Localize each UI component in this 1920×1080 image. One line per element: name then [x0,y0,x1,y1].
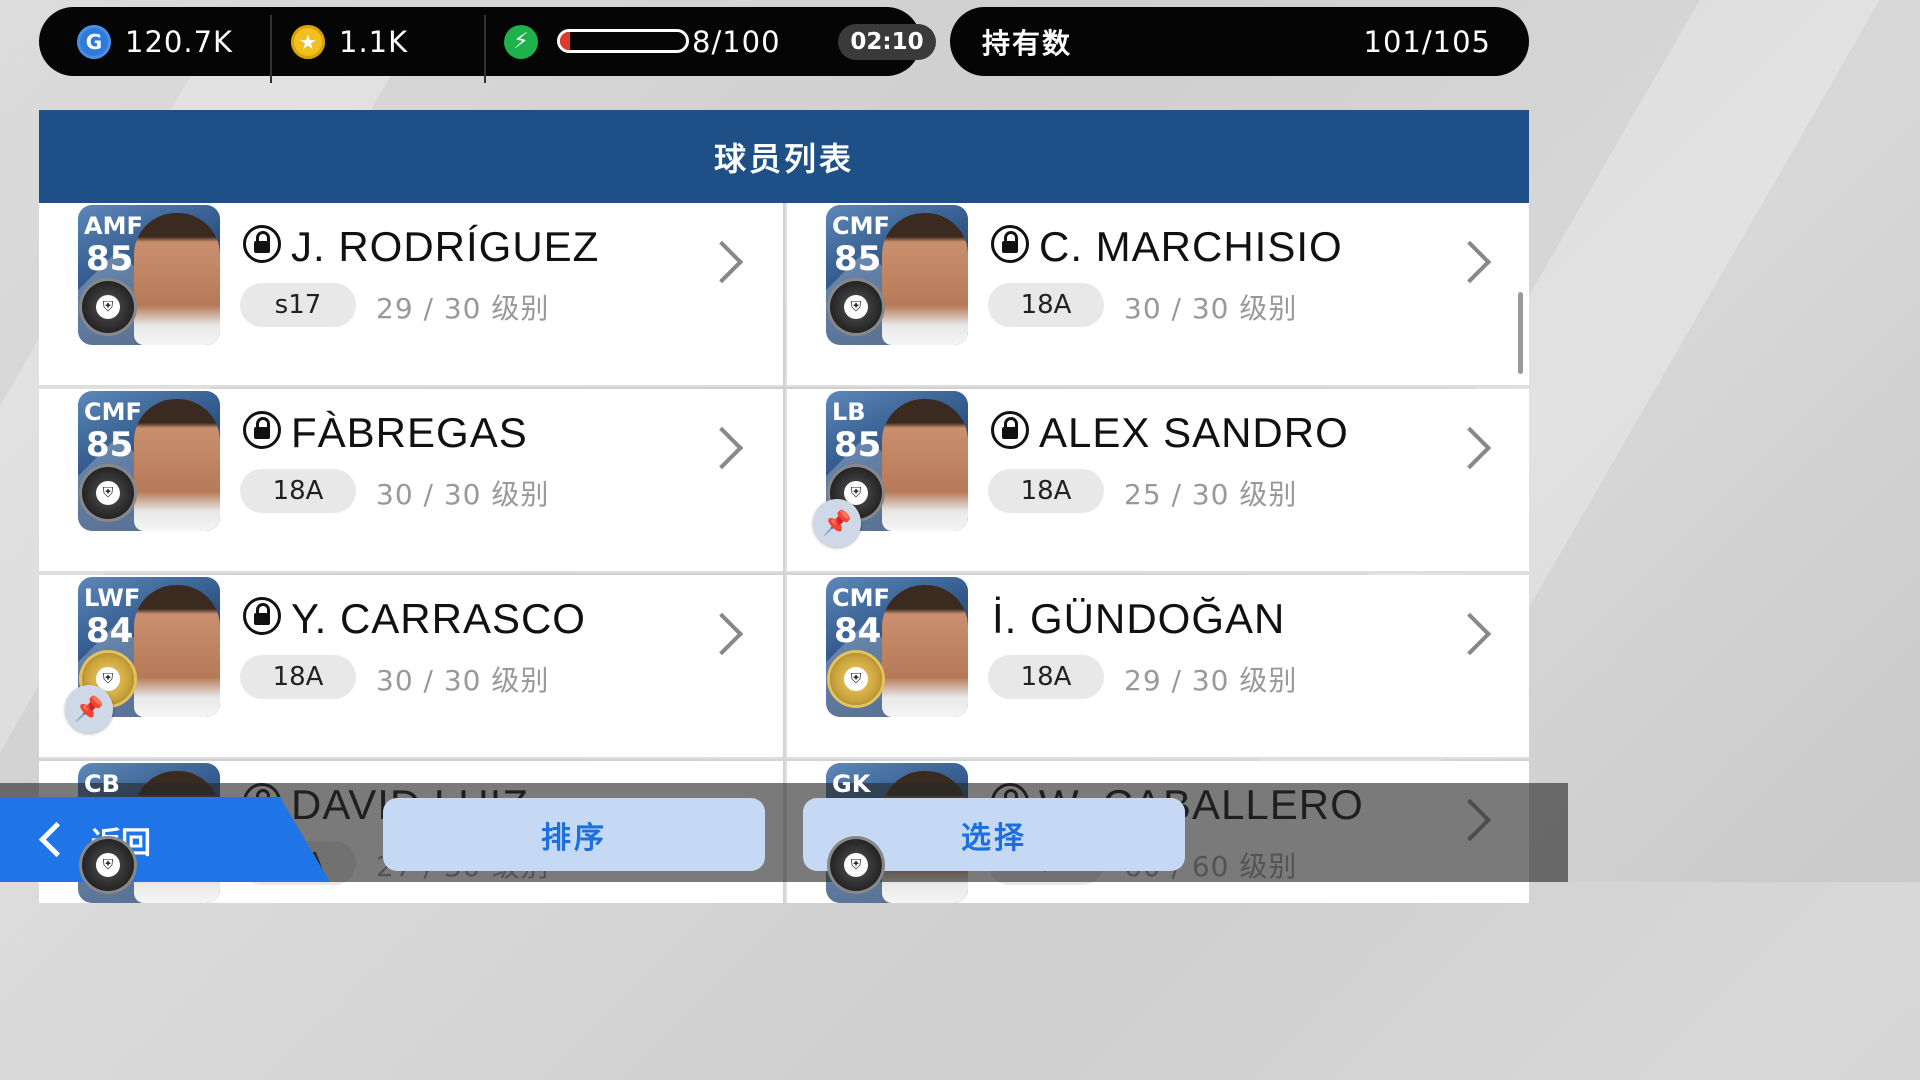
lock-icon [243,597,281,635]
player-version-tag: 18A [988,469,1104,513]
player-portrait: AMF 85 ⛨ [78,205,220,345]
player-level: 29 / 30 级别 [376,292,550,325]
lock-icon [243,411,281,449]
gp-value: 120.7K [125,24,234,59]
team-badge-icon: ⛨ [82,281,134,333]
player-name: ALEX SANDRO [1039,409,1349,456]
lightning-icon: ⚡ [504,24,538,59]
player-face-image [882,213,968,345]
player-card[interactable]: CMF 85 ⛨ C. MARCHISIO 18A 30 / 30 级别 [785,203,1529,387]
currency-bar: G 120.7K ★ 1.1K ⚡ 8/100 02:10 [39,7,936,83]
divider [270,15,272,83]
energy-timer: 02:10 [838,24,936,60]
player-position: LB [832,398,866,426]
owned-label: 持有数 [982,26,1073,60]
player-position: CMF [832,212,890,240]
page-title: 球员列表 [39,110,1529,203]
player-name: FÀBREGAS [291,409,528,456]
player-rating: 85 [86,239,134,279]
player-face-image [882,399,968,531]
star-coin-icon: ★ [291,24,325,59]
player-name: J. RODRÍGUEZ [291,223,600,270]
player-version-tag: 18A [240,469,356,513]
player-name: Y. CARRASCO [291,595,586,642]
player-rating: 85 [86,425,134,465]
player-level: 30 / 30 级别 [1124,292,1298,325]
coins-display: ★ 1.1K [291,7,408,76]
gp-coin-icon: G [77,24,111,59]
player-position: LWF [84,584,141,612]
player-position: CMF [84,398,142,426]
player-version-tag: 18A [240,655,356,699]
owned-count-bar: 持有数 101/105 [950,7,1529,76]
coins-value: 1.1K [339,24,409,59]
pin-icon: 📌 [65,685,113,733]
team-badge-icon: ⛨ [82,467,134,519]
team-badge-icon: ⛨ [82,839,134,891]
gp-display: G 120.7K [77,7,233,76]
player-position: CMF [832,584,890,612]
player-name: İ. GÜNDOĞAN [992,595,1286,642]
energy-progress-fill [560,32,571,50]
player-portrait: CMF 84 ⛨ [826,577,968,717]
lock-icon [991,411,1029,449]
player-version-tag: 18A [988,655,1104,699]
back-button[interactable]: 返回 [0,797,330,882]
player-level: 29 / 30 级别 [1124,664,1298,697]
chevron-left-icon [38,821,75,858]
player-position: GK [832,770,871,798]
team-badge-icon: ⛨ [830,281,882,333]
pin-icon: 📌 [813,499,861,547]
scrollbar[interactable] [1518,292,1523,374]
energy-value-wrap: 8/100 [692,7,781,76]
chevron-right-icon [1448,426,1492,470]
player-name: C. MARCHISIO [1039,223,1343,270]
chevron-right-icon [700,240,744,284]
lock-icon [243,225,281,263]
player-face-image [134,213,220,345]
player-card[interactable]: LWF 84 ⛨ 📌 Y. CARRASCO 18A 30 / 30 级别 [39,575,783,759]
select-label: 选择 [961,820,1027,856]
player-level: 30 / 30 级别 [376,664,550,697]
lock-icon [991,225,1029,263]
energy-display: ⚡ [504,7,538,76]
player-level: 25 / 30 级别 [1124,478,1298,511]
player-face-image [134,399,220,531]
player-rating: 84 [834,611,882,651]
player-version-tag: s17 [240,283,356,327]
player-face-image [134,585,220,717]
chevron-right-icon [1448,240,1492,284]
player-position: AMF [84,212,143,240]
sort-label: 排序 [541,820,607,856]
player-level: 30 / 30 级别 [376,478,550,511]
player-portrait: CMF 85 ⛨ [826,205,968,345]
player-rating: 85 [834,239,882,279]
player-portrait: CMF 85 ⛨ [78,391,220,531]
player-card[interactable]: CMF 84 ⛨ İ. GÜNDOĞAN 18A 29 / 30 级别 [785,575,1529,759]
player-version-tag: 18A [988,283,1104,327]
team-badge-icon: ⛨ [830,839,882,891]
player-card[interactable]: CMF 85 ⛨ FÀBREGAS 18A 30 / 30 级别 [39,389,783,573]
player-position: CB [84,770,120,798]
player-face-image [882,585,968,717]
divider [484,15,486,83]
player-card[interactable]: AMF 85 ⛨ J. RODRÍGUEZ s17 29 / 30 级别 [39,203,783,387]
player-rating: 85 [834,425,882,465]
chevron-right-icon [700,612,744,656]
energy-value: 8/100 [692,24,781,59]
player-card[interactable]: LB 85 ⛨ 📌 ALEX SANDRO 18A 25 / 30 级别 [785,389,1529,573]
chevron-right-icon [1448,612,1492,656]
energy-progress-bar [557,29,689,53]
player-rating: 84 [86,611,134,651]
sort-button[interactable]: 排序 [383,798,765,871]
team-badge-icon: ⛨ [830,653,882,705]
owned-value: 101/105 [1363,24,1491,59]
chevron-right-icon [700,426,744,470]
owned-value-wrap: 101/105 [1364,7,1491,76]
